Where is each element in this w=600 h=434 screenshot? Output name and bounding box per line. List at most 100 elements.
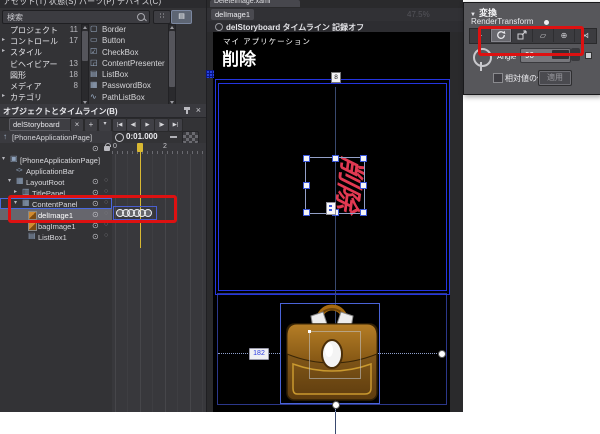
asset-category-ビヘイビアー[interactable]: ビヘイビアー13: [2, 58, 80, 69]
asset-item-Border[interactable]: ▢Border: [89, 24, 167, 35]
rotation-dial[interactable]: [473, 48, 492, 67]
tree-item-ContentPanel[interactable]: ▾▦ContentPanel⊙○: [0, 198, 112, 209]
lock-dot-icon[interactable]: ○: [104, 210, 108, 217]
new-storyboard-button[interactable]: +: [84, 118, 98, 132]
visibility-eye-icon[interactable]: ⊙: [92, 221, 99, 230]
angle-value: 90: [525, 51, 534, 60]
visibility-eye-icon[interactable]: ⊙: [92, 199, 99, 208]
expander-icon[interactable]: ▾: [14, 199, 17, 206]
listbox-icon: ▤: [28, 231, 36, 240]
bottom-margin-handle[interactable]: [332, 401, 340, 409]
pin-icon[interactable]: [186, 107, 188, 114]
scope-up-icon[interactable]: ↑: [3, 132, 7, 141]
property-set-indicator[interactable]: [544, 20, 549, 25]
passwordbox-icon: ▦: [90, 80, 98, 89]
angle-drag-zone[interactable]: [552, 50, 569, 59]
document-tab[interactable]: DeleteImage.xaml: [210, 0, 300, 7]
asset-category-スタイル[interactable]: ▸スタイル: [2, 46, 80, 57]
storyboard-selector[interactable]: delStoryboard: [9, 118, 72, 131]
tree-item-label: delImage1: [38, 211, 73, 220]
snap-toggle-icon[interactable]: [170, 136, 177, 138]
tree-item-ListBox1[interactable]: ▤ListBox1⊙○: [0, 231, 112, 242]
close-icon[interactable]: ×: [196, 105, 201, 115]
center-point-tab[interactable]: ⊕: [554, 29, 575, 42]
top-margin-label: 8: [331, 72, 341, 83]
playback-button-4[interactable]: ▶|: [168, 118, 183, 132]
scope-row[interactable]: ↑ [PhoneApplicationPage]: [0, 131, 112, 143]
visibility-eye-icon[interactable]: ⊙: [92, 177, 99, 186]
expander-icon[interactable]: ▸: [14, 188, 17, 195]
design-surface-page[interactable]: マイ アプリケーション 削除 8 削除: [213, 32, 450, 412]
keyframe-icon[interactable]: [144, 209, 152, 217]
storyboard-options-button[interactable]: ▾: [98, 118, 112, 132]
tree-item-delImage1[interactable]: delImage1 ⊙ ○: [0, 209, 112, 220]
angle-input[interactable]: 90: [520, 48, 571, 63]
playback-button-0[interactable]: |◀: [112, 118, 127, 132]
asset-category-メディア[interactable]: メディア8: [2, 80, 80, 91]
tree-item-label: LayoutRoot: [26, 178, 64, 187]
advanced-options-button[interactable]: [585, 52, 592, 59]
right-margin-handle[interactable]: [438, 350, 446, 358]
lock-dot-icon[interactable]: ○: [104, 199, 108, 206]
lock-dot-icon[interactable]: ○: [104, 177, 108, 184]
asset-category-カテゴリ[interactable]: ▸カテゴリ: [2, 91, 80, 102]
stack-icon: ▥: [22, 187, 30, 196]
tree-item-ApplicationBar[interactable]: <>ApplicationBar: [0, 165, 112, 176]
playback-button-2[interactable]: ▶: [140, 118, 155, 132]
storyboard-recording-banner[interactable]: delStoryboard タイムライン 記録オフ: [207, 21, 463, 32]
anchor-adorner[interactable]: [326, 202, 336, 215]
asset-item-CheckBox[interactable]: ☑CheckBox: [89, 47, 167, 58]
asset-category-図形[interactable]: 図形18: [2, 69, 80, 80]
tree-item-PhoneApplicationPage[interactable]: ▾▣[PhoneApplicationPage]: [0, 154, 112, 165]
expander-icon[interactable]: ▾: [8, 177, 11, 184]
list-view-button[interactable]: ▤: [171, 10, 192, 24]
categories-scrollbar[interactable]: [81, 24, 89, 106]
expander-icon[interactable]: ▾: [2, 155, 5, 162]
grid-view-button[interactable]: ∷: [153, 10, 171, 24]
tree-item-bagImage1[interactable]: bagImage1⊙○: [0, 220, 112, 231]
visibility-eye-icon[interactable]: ⊙: [92, 188, 99, 197]
search-input[interactable]: 検索: [2, 10, 150, 24]
lock-dot-icon[interactable]: ○: [104, 232, 108, 239]
expander-icon: ▸: [2, 36, 5, 43]
button-icon: ▭: [90, 35, 98, 44]
asset-item-PathListBox[interactable]: ∿PathListBox: [89, 92, 167, 103]
asset-category-プロジェクト[interactable]: プロジェクト11: [2, 24, 80, 35]
breadcrumb-deImage1[interactable]: delImage1: [211, 9, 254, 20]
timeline-track-area[interactable]: [112, 154, 206, 412]
visibility-eye-icon[interactable]: ⊙: [92, 232, 99, 241]
tree-item-LayoutRoot[interactable]: ▾▦LayoutRoot⊙○: [0, 176, 112, 187]
artboard-area: DeleteImage.xaml delImage1 47.5% delStor…: [206, 0, 463, 412]
skew-tab[interactable]: ▱: [533, 29, 554, 42]
relative-values-checkbox[interactable]: [493, 73, 503, 83]
angle-extra-control[interactable]: [571, 48, 580, 61]
flip-tab[interactable]: ⋈: [575, 29, 595, 42]
tree-item-TitlePanel[interactable]: ▸▥TitlePanel⊙○: [0, 187, 112, 198]
scale-tab[interactable]: [512, 29, 533, 42]
checkbox-icon: ☑: [90, 47, 97, 56]
playback-button-1[interactable]: ◀|: [126, 118, 141, 132]
visibility-eye-icon[interactable]: ⊙: [92, 210, 99, 219]
lock-dot-icon[interactable]: ○: [104, 188, 108, 195]
keyframe-selection-box[interactable]: [113, 206, 157, 220]
grid-adorner-icon[interactable]: [206, 70, 214, 78]
asset-item-ContentPresenter[interactable]: ◲ContentPresenter: [89, 58, 167, 69]
rotate-tab[interactable]: [491, 29, 512, 42]
controls-scrollbar[interactable]: [168, 24, 176, 106]
expander-icon: ▸: [2, 47, 5, 54]
apply-button[interactable]: 適用: [538, 70, 572, 86]
zoom-level-label: 47.5%: [407, 10, 430, 19]
close-storyboard-button[interactable]: ×: [70, 118, 84, 132]
expander-icon: ▸: [2, 92, 5, 99]
transform-tab-strip: + ▱ ⊕ ⋈: [469, 28, 597, 44]
lock-dot-icon[interactable]: ○: [104, 221, 108, 228]
asset-item-Button[interactable]: ▭Button: [89, 35, 167, 46]
listbox-icon: ▤: [90, 69, 98, 78]
playhead-line[interactable]: [140, 143, 141, 248]
asset-category-コントロール[interactable]: ▸コントロール17: [2, 35, 80, 46]
playback-button-3[interactable]: |▶: [154, 118, 169, 132]
asset-item-PasswordBox[interactable]: ▦PasswordBox: [89, 80, 167, 91]
asset-item-ListBox[interactable]: ▤ListBox: [89, 69, 167, 80]
translate-tab[interactable]: +: [470, 29, 491, 42]
current-time[interactable]: 0:01.000: [126, 132, 158, 141]
